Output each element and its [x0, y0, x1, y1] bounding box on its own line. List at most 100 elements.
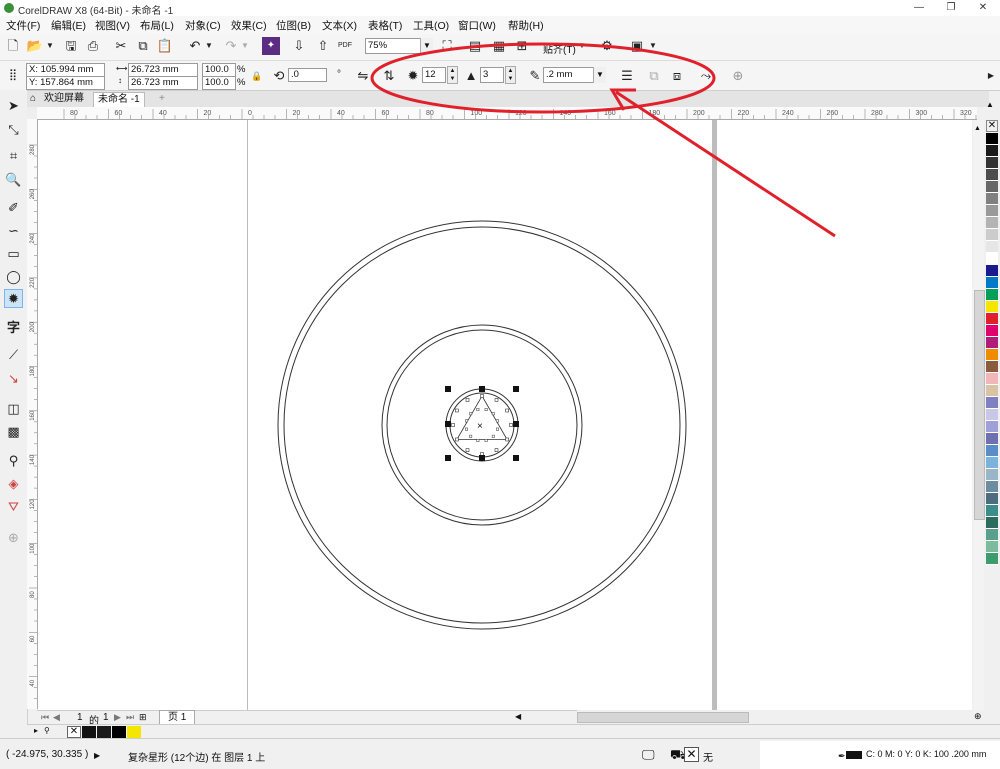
- ellipse-tool-icon[interactable]: ◯: [4, 267, 23, 286]
- star-inner-node[interactable]: [469, 412, 473, 416]
- application-launcher-icon[interactable]: ▣: [628, 37, 646, 55]
- scale-y-field[interactable]: 100.0: [202, 76, 236, 90]
- interactive-fill-icon[interactable]: ◈: [4, 474, 23, 493]
- star-sharpness-field[interactable]: 3: [480, 67, 504, 83]
- palette-swatch[interactable]: [986, 145, 998, 157]
- palette-swatch[interactable]: [986, 349, 998, 361]
- zoom-nav-icon[interactable]: ⊕: [974, 711, 982, 722]
- palette-swatch[interactable]: [986, 157, 998, 169]
- menu-text[interactable]: 文本(X): [322, 18, 357, 33]
- star-inner-node[interactable]: [491, 412, 495, 416]
- redo-icon[interactable]: ↷: [222, 37, 240, 55]
- hscroll-left-icon[interactable]: ◀: [515, 712, 521, 721]
- star-inner-node[interactable]: [465, 427, 468, 431]
- open-folder-icon[interactable]: 📂: [26, 37, 44, 55]
- publish-pdf-icon[interactable]: PDF: [336, 37, 354, 55]
- palette-swatch[interactable]: [986, 361, 998, 373]
- menu-window[interactable]: 窗口(W): [458, 18, 496, 33]
- star-node[interactable]: [505, 408, 509, 413]
- star-inner-node[interactable]: [484, 439, 488, 442]
- shape-tool-icon[interactable]: ⤡: [4, 120, 23, 139]
- palette-swatch[interactable]: [986, 469, 998, 481]
- full-screen-icon[interactable]: ⛶: [438, 37, 456, 55]
- palette-swatch[interactable]: [986, 301, 998, 313]
- undo-icon[interactable]: ↶: [186, 37, 204, 55]
- palette-swatch[interactable]: [986, 193, 998, 205]
- star-node[interactable]: [494, 398, 499, 402]
- next-page-icon[interactable]: ▶: [114, 712, 121, 723]
- menu-effects[interactable]: 效果(C): [231, 18, 267, 33]
- palette-swatch[interactable]: [986, 553, 998, 565]
- first-page-icon[interactable]: ⏮: [41, 712, 49, 723]
- launcher-dropdown-icon[interactable]: ▼: [648, 37, 658, 55]
- palette-swatch[interactable]: [986, 421, 998, 433]
- show-grid-icon[interactable]: ▦: [490, 37, 508, 55]
- add-tab-button[interactable]: +: [155, 92, 169, 106]
- add-tool-icon[interactable]: ⊕: [729, 67, 747, 85]
- object-origin-icon[interactable]: ⣿: [4, 66, 22, 84]
- star-inner-node[interactable]: [476, 439, 480, 442]
- palette-swatch[interactable]: [986, 397, 998, 409]
- horizontal-ruler[interactable]: 80 60 40 20 0 20 40 60 80 100 120 140 160 180 200 220 24…: [37, 107, 977, 120]
- no-color-swatch[interactable]: ✕: [986, 120, 998, 132]
- pick-tool-icon[interactable]: ➤: [4, 96, 23, 115]
- star-node[interactable]: [494, 448, 499, 452]
- crop-tool-icon[interactable]: ⌗: [4, 146, 23, 165]
- palette-swatch[interactable]: [986, 241, 998, 253]
- minimize-button[interactable]: —: [908, 0, 930, 16]
- position-x-field[interactable]: X: 105.994 mm: [26, 63, 105, 77]
- add-page-icon[interactable]: ⊞: [139, 712, 147, 723]
- menu-tools[interactable]: 工具(O): [413, 18, 449, 33]
- restore-button[interactable]: ❐: [940, 0, 962, 16]
- snap-dropdown-icon[interactable]: ▼: [577, 37, 587, 55]
- rotation-angle-field[interactable]: .0: [288, 68, 327, 82]
- horizontal-scroll-thumb[interactable]: [577, 712, 749, 723]
- doc-swatch-yellow[interactable]: [127, 726, 141, 738]
- text-tool-icon[interactable]: 字: [4, 318, 23, 337]
- show-guidelines-icon[interactable]: ⊞: [513, 37, 531, 55]
- star-node[interactable]: [509, 423, 513, 427]
- palette-scroll-up-icon[interactable]: ▲: [986, 100, 994, 109]
- menu-table[interactable]: 表格(T): [368, 18, 402, 33]
- save-icon[interactable]: 🖫: [62, 37, 80, 55]
- connector-tool-icon[interactable]: ↘: [4, 369, 23, 388]
- vertical-scrollbar[interactable]: ▲: [973, 120, 985, 710]
- options-gear-icon[interactable]: ⚙: [598, 37, 616, 55]
- drop-shadow-icon[interactable]: ◫: [4, 399, 23, 418]
- doc-swatch-black-1[interactable]: [82, 726, 96, 738]
- doc-swatch-black-3[interactable]: [112, 726, 126, 738]
- doc-palette-menu-icon[interactable]: ▸: [34, 726, 38, 735]
- object-height-field[interactable]: 26.723 mm: [128, 76, 198, 90]
- star-node[interactable]: [455, 437, 459, 442]
- palette-swatch[interactable]: [986, 265, 998, 277]
- palette-swatch[interactable]: [986, 337, 998, 349]
- star-node[interactable]: [505, 437, 509, 442]
- palette-swatch[interactable]: [986, 505, 998, 517]
- palette-swatch[interactable]: [986, 181, 998, 193]
- palette-swatch[interactable]: [986, 289, 998, 301]
- doc-no-color-swatch[interactable]: ✕: [67, 726, 81, 738]
- palette-swatch[interactable]: [986, 373, 998, 385]
- star-node[interactable]: [451, 423, 455, 427]
- rectangle-tool-icon[interactable]: ▭: [4, 244, 23, 263]
- search-content-icon[interactable]: ✦: [262, 37, 280, 55]
- horizontal-scrollbar[interactable]: ⊕: [577, 710, 982, 724]
- doc-swatch-black-2[interactable]: [97, 726, 111, 738]
- position-y-field[interactable]: Y: 157.864 mm: [26, 76, 105, 90]
- palette-swatch[interactable]: [986, 217, 998, 229]
- freehand-tool-icon[interactable]: ✐: [4, 198, 23, 217]
- scroll-up-icon[interactable]: ▲: [974, 125, 981, 132]
- undo-dropdown-icon[interactable]: ▼: [204, 37, 214, 55]
- menu-bitmap[interactable]: 位图(B): [276, 18, 311, 33]
- paste-icon[interactable]: 📋: [156, 37, 174, 55]
- last-page-icon[interactable]: ⏭: [126, 712, 134, 723]
- eyedropper-icon[interactable]: ⚲: [4, 451, 23, 470]
- zoom-tool-icon[interactable]: 🔍: [4, 170, 23, 189]
- prev-page-icon[interactable]: ◀: [53, 712, 60, 723]
- star-node[interactable]: [465, 398, 470, 402]
- property-bar-overflow-icon[interactable]: ▶: [986, 67, 996, 85]
- snap-to-button[interactable]: 贴齐(T): [543, 41, 576, 56]
- menu-view[interactable]: 视图(V): [95, 18, 130, 33]
- to-back-icon[interactable]: ⧈: [668, 67, 686, 85]
- menu-layout[interactable]: 布局(L): [140, 18, 174, 33]
